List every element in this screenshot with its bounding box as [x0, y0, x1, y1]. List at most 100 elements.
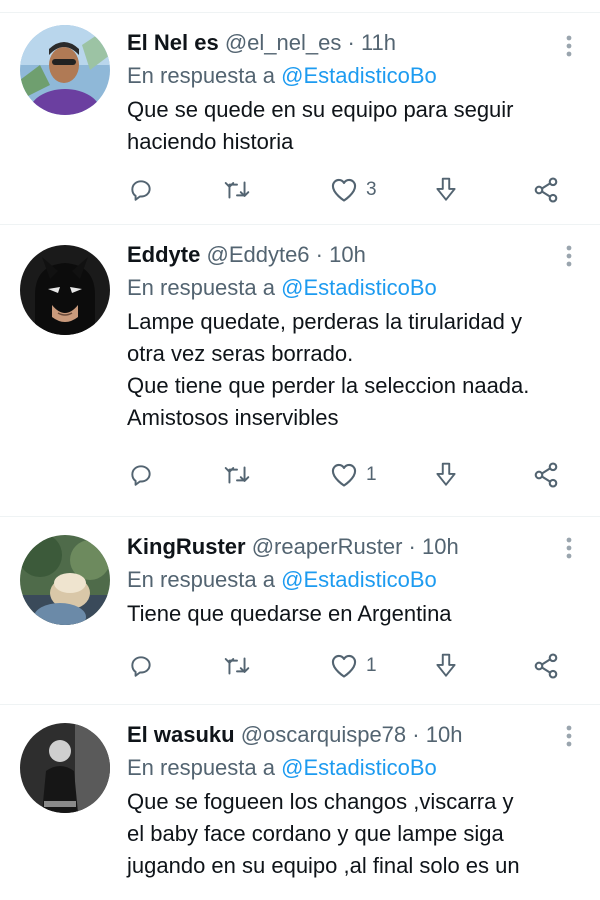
share-icon: [534, 462, 558, 488]
tweet-text-line: otra vez seras borrado.: [127, 341, 354, 366]
tweet-header: KingRuster @reaperRuster · 10h: [127, 532, 576, 562]
reply-handle-link[interactable]: @EstadisticoBo: [281, 63, 437, 88]
timestamp[interactable]: 10h: [426, 722, 463, 747]
tweet-text-line: Lampe quedate, perderas la tirularidad y: [127, 309, 523, 334]
author-name[interactable]: El Nel es: [127, 30, 219, 55]
author-name[interactable]: El wasuku: [127, 722, 235, 747]
avatar[interactable]: [20, 723, 110, 813]
avatar[interactable]: [20, 535, 110, 625]
reply-context: En respuesta a @EstadisticoBo: [127, 752, 576, 784]
more-options-icon[interactable]: [566, 725, 572, 747]
like-count: 3: [366, 179, 377, 200]
separator-dot: ·: [412, 722, 420, 747]
heart-icon: [331, 178, 357, 202]
author-handle[interactable]: @Eddyte6: [206, 242, 309, 267]
tweet-actions: 1: [128, 458, 568, 492]
bookmark-button[interactable]: [433, 458, 459, 492]
share-icon: [534, 653, 558, 679]
author-name[interactable]: Eddyte: [127, 242, 200, 267]
timestamp[interactable]: 11h: [361, 30, 396, 55]
author-handle[interactable]: @reaperRuster: [252, 534, 403, 559]
tweet-text-line: Que se quede en su equipo para seguir: [127, 97, 514, 122]
timestamp[interactable]: 10h: [422, 534, 459, 559]
bookmark-button[interactable]: [433, 173, 459, 207]
tweet-header: El Nel es @el_nel_es · 11h: [127, 28, 576, 58]
avatar-photo: [20, 535, 110, 625]
retweet-icon: [224, 657, 250, 675]
bookmark-icon: [436, 462, 456, 486]
reply-handle-link[interactable]: @EstadisticoBo: [281, 567, 437, 592]
avatar[interactable]: [20, 25, 110, 115]
share-button[interactable]: [532, 649, 560, 683]
share-icon: [534, 177, 558, 203]
reply-context: En respuesta a @EstadisticoBo: [127, 564, 576, 596]
bookmark-icon: [436, 177, 456, 201]
tweet-1[interactable]: El Nel es @el_nel_es · 11h En respuesta …: [0, 13, 600, 225]
tweet-actions: 3: [128, 173, 568, 207]
tweet-text-line: Amistosos inservibles: [127, 405, 339, 430]
tweet-text-line: jugando en su equipo ,al final solo es u…: [127, 853, 520, 878]
reply-prefix: En respuesta a: [127, 275, 275, 300]
tweet-text: Lampe quedate, perderas la tirularidad y…: [127, 306, 576, 434]
avatar-photo: [20, 245, 110, 335]
more-options-icon[interactable]: [566, 245, 572, 267]
tweet-actions: 1: [128, 649, 568, 683]
tweet-text-line: el baby face cordano y que lampe siga: [127, 821, 504, 846]
reply-prefix: En respuesta a: [127, 63, 275, 88]
bookmark-button[interactable]: [433, 649, 459, 683]
reply-icon: [131, 465, 151, 486]
separator-dot: ·: [347, 30, 355, 55]
reply-context: En respuesta a @EstadisticoBo: [127, 272, 576, 304]
retweet-button[interactable]: [223, 458, 251, 492]
tweet-4[interactable]: El wasuku @oscarquispe78 · 10h En respue…: [0, 705, 600, 900]
retweet-button[interactable]: [223, 173, 251, 207]
tweet-header: El wasuku @oscarquispe78 · 10h: [127, 720, 576, 750]
reply-prefix: En respuesta a: [127, 567, 275, 592]
tweet-text: Tiene que quedarse en Argentina: [127, 598, 576, 630]
heart-icon: [331, 463, 357, 487]
author-handle[interactable]: @el_nel_es: [225, 30, 342, 55]
reply-icon: [131, 656, 151, 677]
reply-button[interactable]: [128, 173, 154, 207]
tweet-text-line: Que se fogueen los changos ,viscarra y: [127, 789, 514, 814]
tweet-text-line: haciendo historia: [127, 129, 294, 154]
reply-context: En respuesta a @EstadisticoBo: [127, 60, 576, 92]
reply-icon: [131, 180, 151, 201]
avatar-photo: [20, 723, 110, 813]
top-divider: [0, 0, 600, 13]
like-count: 1: [366, 464, 377, 485]
tweet-text: Que se quede en su equipo para seguir ha…: [127, 94, 576, 158]
like-button[interactable]: 3: [330, 173, 377, 207]
tweet-header: Eddyte @Eddyte6 · 10h: [127, 240, 576, 270]
separator-dot: ·: [315, 242, 323, 267]
tweet-text: Que se fogueen los changos ,viscarra y e…: [127, 786, 576, 882]
reply-button[interactable]: [128, 649, 154, 683]
reply-button[interactable]: [128, 458, 154, 492]
more-options-icon[interactable]: [566, 537, 572, 559]
retweet-icon: [224, 466, 250, 484]
reply-prefix: En respuesta a: [127, 755, 275, 780]
tweet-3[interactable]: KingRuster @reaperRuster · 10h En respue…: [0, 517, 600, 705]
like-button[interactable]: 1: [330, 649, 377, 683]
retweet-button[interactable]: [223, 649, 251, 683]
heart-icon: [331, 654, 357, 678]
reply-handle-link[interactable]: @EstadisticoBo: [281, 275, 437, 300]
tweet-text-line: Tiene que quedarse en Argentina: [127, 601, 452, 626]
like-button[interactable]: 1: [330, 458, 377, 492]
reply-handle-link[interactable]: @EstadisticoBo: [281, 755, 437, 780]
separator-dot: ·: [408, 534, 416, 559]
share-button[interactable]: [532, 173, 560, 207]
replies-feed: El Nel es @el_nel_es · 11h En respuesta …: [0, 0, 600, 900]
more-options-icon[interactable]: [566, 35, 572, 57]
tweet-2[interactable]: Eddyte @Eddyte6 · 10h En respuesta a @Es…: [0, 225, 600, 517]
share-button[interactable]: [532, 458, 560, 492]
like-count: 1: [366, 655, 377, 676]
avatar[interactable]: [20, 245, 110, 335]
tweet-text-line: Que tiene que perder la seleccion naada.: [127, 373, 530, 398]
retweet-icon: [224, 181, 250, 199]
avatar-photo: [20, 25, 110, 115]
timestamp[interactable]: 10h: [329, 242, 366, 267]
bookmark-icon: [436, 653, 456, 677]
author-handle[interactable]: @oscarquispe78: [241, 722, 406, 747]
author-name[interactable]: KingRuster: [127, 534, 246, 559]
